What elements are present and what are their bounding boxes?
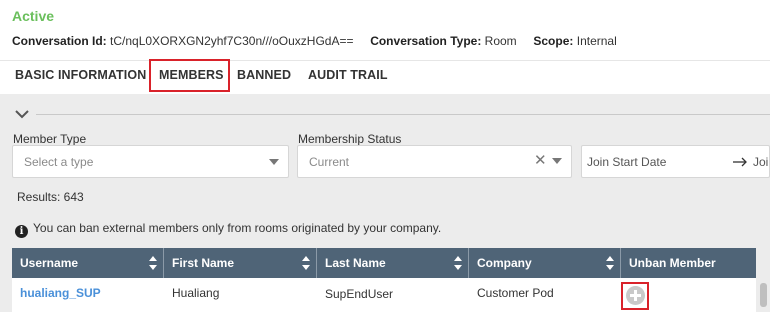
member-type-select[interactable]: Select a type (12, 145, 289, 178)
scope-label: Scope: (533, 34, 574, 48)
scrollbar[interactable] (760, 283, 767, 307)
member-type-label: Member Type (13, 132, 87, 146)
member-type-placeholder: Select a type (24, 155, 94, 169)
members-tab-highlight (149, 59, 230, 92)
info-text: You can ban external members only from r… (33, 221, 442, 235)
status-label: Active (12, 8, 55, 24)
sort-icon[interactable] (454, 256, 462, 270)
conversation-type-label: Conversation Type: (370, 34, 482, 48)
tab-bar: BASIC INFORMATION MEMBERS BANNED AUDIT T… (0, 60, 770, 94)
column-header-company[interactable]: Company (469, 248, 621, 278)
results-count: Results: 643 (17, 190, 84, 204)
sort-icon[interactable] (606, 256, 614, 270)
membership-status-select[interactable]: Current ✕ (297, 145, 572, 178)
conversation-id-label: Conversation Id: (12, 34, 107, 48)
column-header-first-name[interactable]: First Name (164, 248, 317, 278)
username-link[interactable]: hualiang_SUP (12, 287, 101, 299)
caret-down-icon (552, 158, 562, 164)
membership-status-label: Membership Status (298, 132, 402, 146)
join-date-range[interactable]: Join Start Date Joi (581, 145, 770, 178)
tab-basic-information[interactable]: BASIC INFORMATION (15, 68, 146, 82)
last-name-cell: SupEndUser (325, 287, 394, 301)
conversation-header: Active Conversation Id: tC/nqL0XORXGN2yh… (0, 0, 770, 60)
conversation-type-value: Room (484, 34, 517, 48)
chevron-down-icon[interactable] (15, 109, 29, 119)
info-message: i You can ban external members only from … (15, 221, 441, 238)
caret-down-icon (269, 159, 279, 165)
tab-banned[interactable]: BANNED (237, 68, 291, 82)
info-icon: i (15, 225, 28, 238)
clear-icon[interactable]: ✕ (534, 153, 547, 168)
conversation-id-value: tC/nqL0XORXGN2yhf7C30n///oOuxzHGdA== (110, 34, 354, 48)
join-end-date-input[interactable]: Joi (753, 155, 768, 169)
scope-value: Internal (576, 34, 617, 48)
table-header: Username First Name Last Name Company Un… (12, 248, 756, 278)
divider (36, 114, 770, 115)
unban-button-highlight (621, 282, 649, 310)
sort-icon[interactable] (302, 256, 310, 270)
membership-status-value: Current (309, 155, 350, 169)
column-header-username[interactable]: Username (12, 248, 164, 278)
company-cell: Customer Pod (477, 286, 554, 300)
join-start-date-input[interactable]: Join Start Date (587, 155, 666, 169)
sort-icon[interactable] (149, 256, 157, 270)
conversation-meta: Conversation Id: tC/nqL0XORXGN2yhf7C30n/… (12, 34, 617, 48)
column-header-last-name[interactable]: Last Name (317, 248, 469, 278)
first-name-cell: Hualiang (172, 286, 220, 300)
tab-audit-trail[interactable]: AUDIT TRAIL (308, 68, 388, 82)
column-header-unban-member: Unban Member (629, 256, 716, 270)
arrow-right-icon (733, 157, 747, 167)
